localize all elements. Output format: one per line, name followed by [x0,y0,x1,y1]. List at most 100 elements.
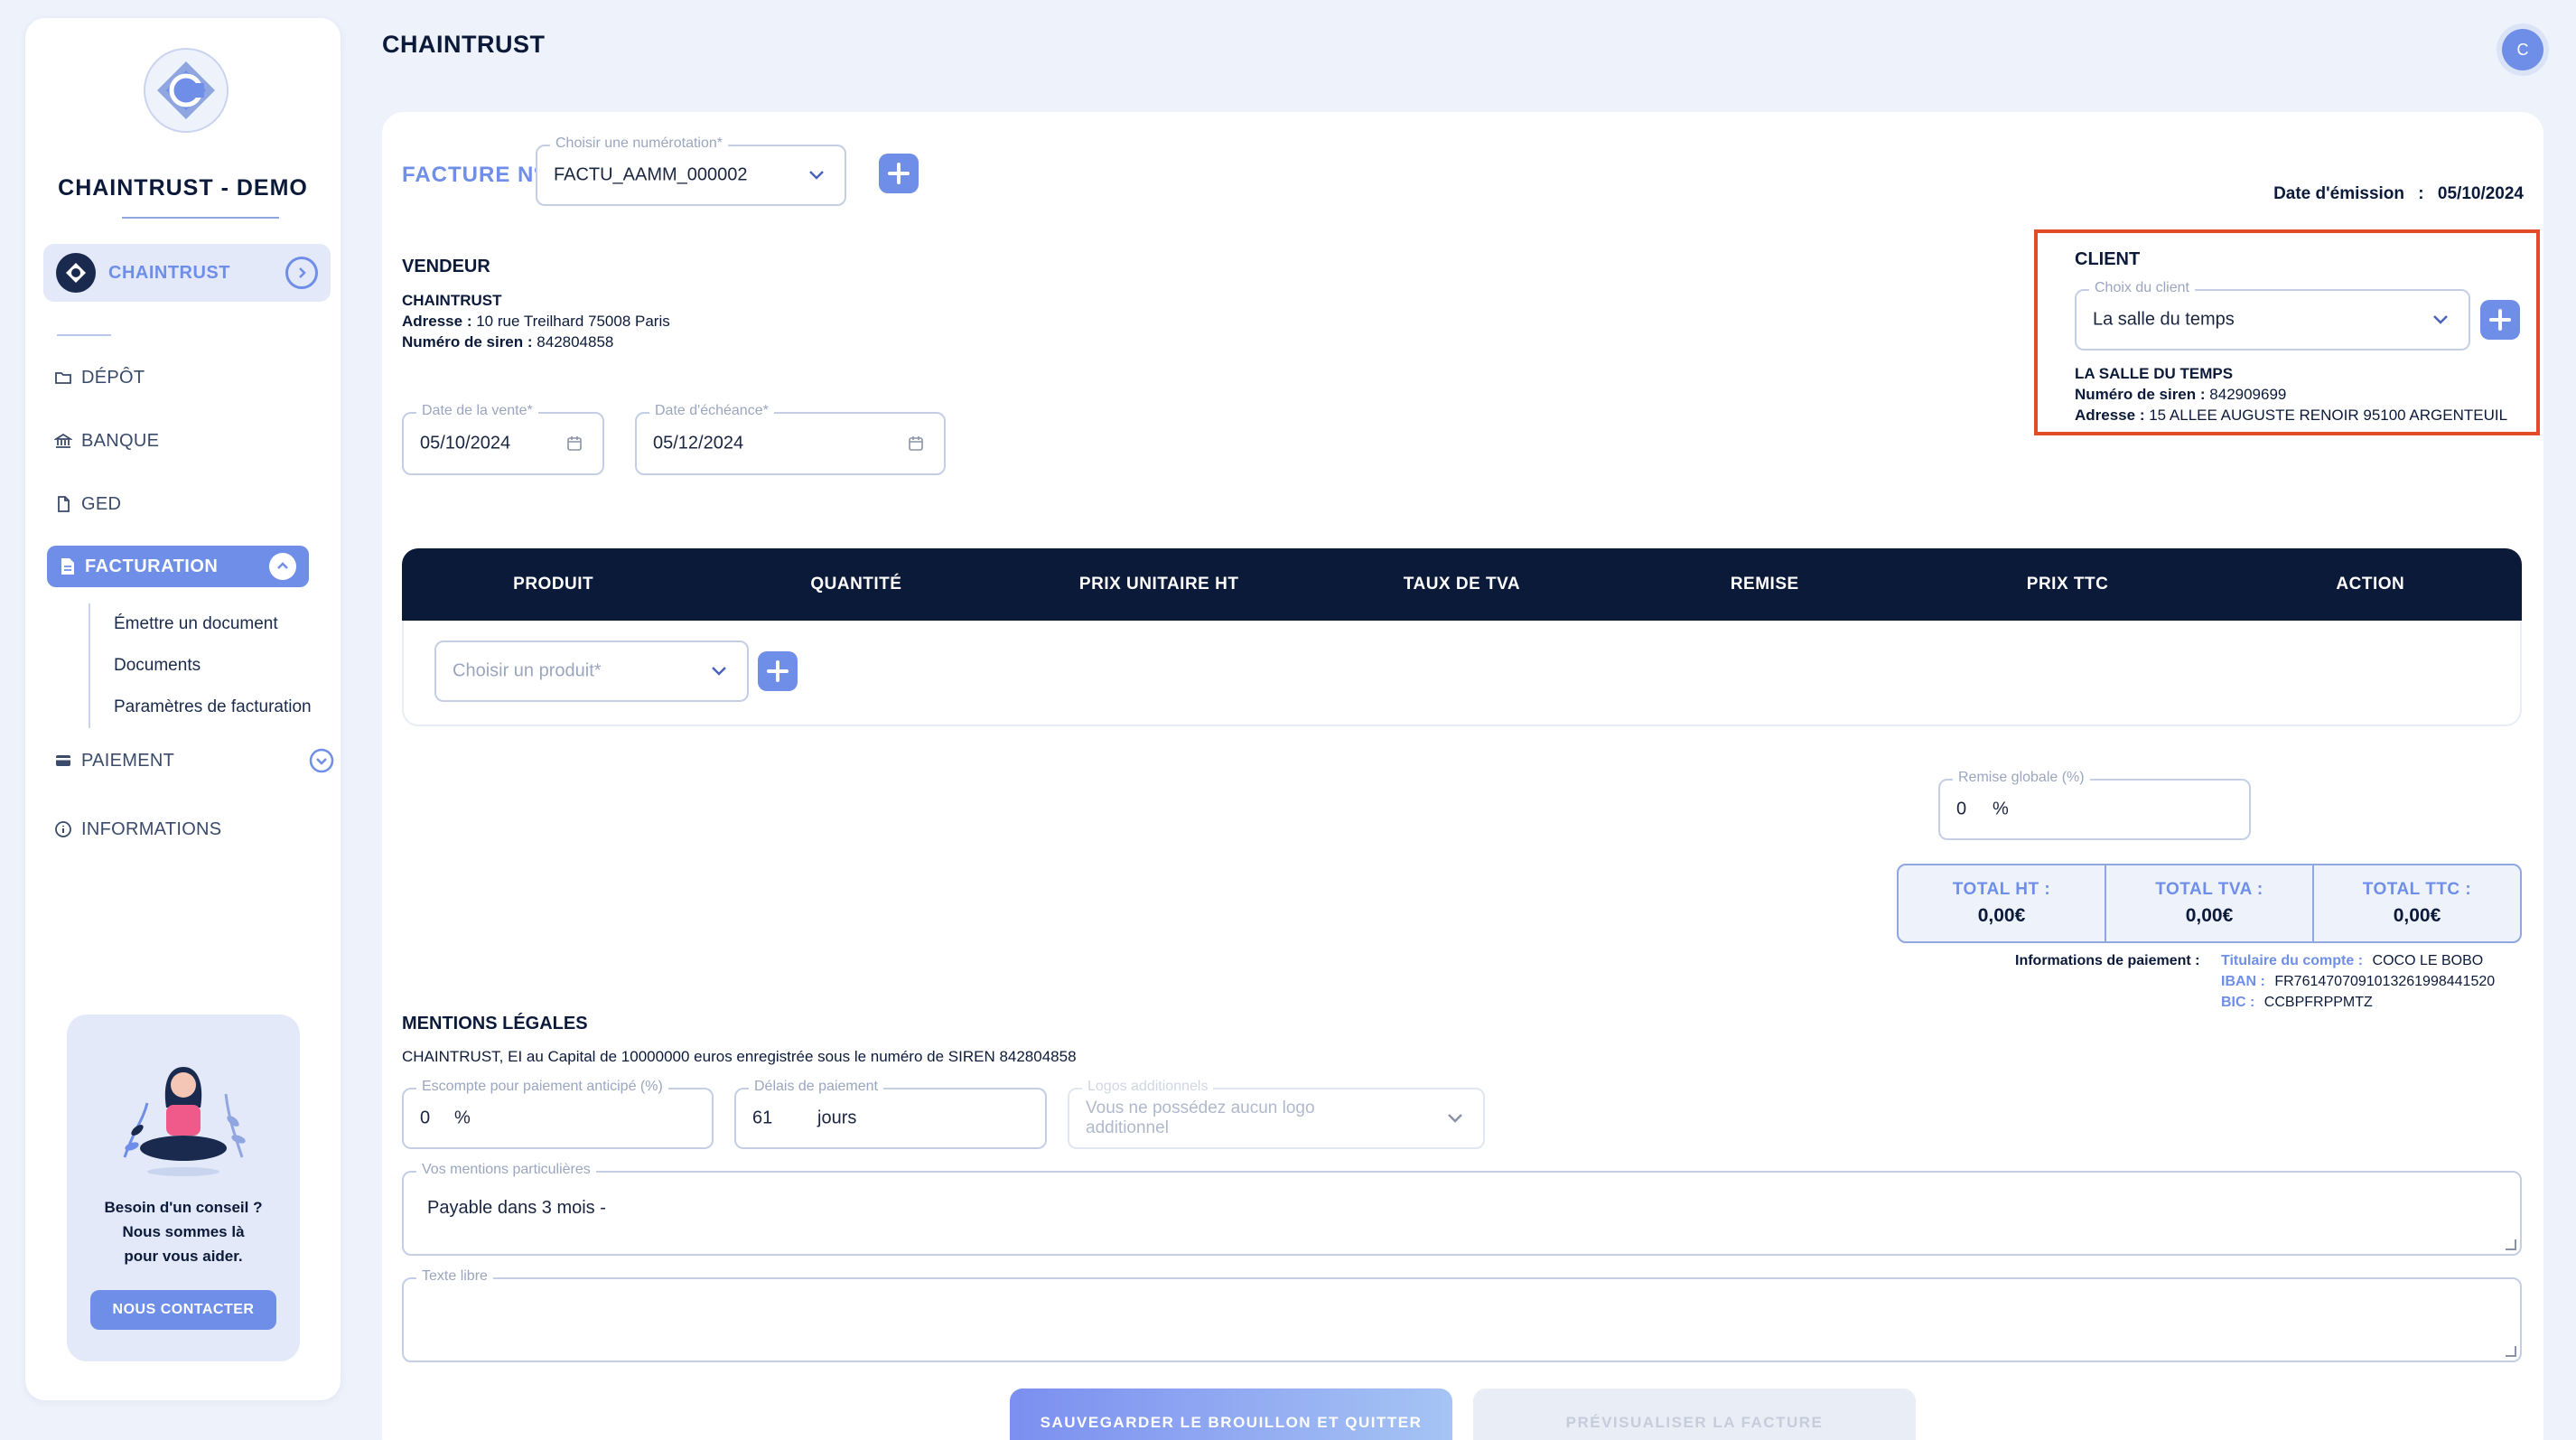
avatar[interactable]: C [2502,29,2543,70]
mentions-particulieres-textarea[interactable]: Vos mentions particulières Payable dans … [402,1162,2522,1256]
escompte-field[interactable]: Escompte pour paiement anticipé (%) 0 % [402,1079,714,1149]
client-name: LA SALLE DU TEMPS [2075,365,2234,382]
product-placeholder: Choisir un produit* [453,660,602,681]
vendeur-siren: 842804858 [537,333,614,351]
sidebar-item-informations[interactable]: INFORMATIONS [54,809,334,849]
date-vente-field[interactable]: Date de la vente* 05/10/2024 [402,403,604,475]
client-address: 15 ALLEE AUGUSTE RENOIR 95100 ARGENTEUIL [2149,407,2508,424]
total-ttc: TOTAL TTC : 0,00€ [2314,865,2520,941]
total-ht-label: TOTAL HT : [1952,880,2051,899]
help-line-2: Nous sommes là [122,1223,245,1240]
date-emission: Date d'émission : 05/10/2024 [2273,184,2524,204]
vendeur-siren-label: Numéro de siren : [402,333,533,351]
delais-unit: jours [817,1108,857,1128]
chevron-down-icon[interactable] [309,748,334,773]
contact-button[interactable]: NOUS CONTACTER [90,1290,276,1330]
bank-icon [54,433,72,448]
facturation-subnav: Émettre un document Documents Paramètres… [89,603,312,728]
products-table-body: Choisir un produit* [402,621,2522,726]
add-numerotation-button[interactable] [879,154,919,193]
preview-invoice-button[interactable]: PRÉVISUALISER LA FACTURE [1473,1389,1916,1440]
chaintrust-logo-icon[interactable] [143,47,229,134]
client-select-legend: Choix du client [2089,280,2195,296]
total-tva: TOTAL TVA : 0,00€ [2106,865,2314,941]
iban-value: FR7614707091013261998441520 [2274,974,2496,989]
client-select-value: La salle du temps [2093,309,2235,330]
chevron-right-icon[interactable] [285,257,318,289]
sidebar-item-ged[interactable]: GED [54,484,334,524]
org-selector[interactable]: CHAINTRUST [43,244,331,302]
calendar-icon[interactable] [566,435,583,452]
escompte-unit: % [454,1108,471,1128]
info-icon [55,821,71,837]
total-ht: TOTAL HT : 0,00€ [1899,865,2106,941]
remise-globale-unit: % [1993,799,2009,819]
add-client-button[interactable] [2480,300,2520,340]
logos-additionnels-select[interactable]: Logos additionnels Vous ne possédez aucu… [1068,1079,1485,1149]
chevron-down-icon [712,667,726,676]
vendeur-title: VENDEUR [402,257,490,276]
numerotation-legend: Choisir une numérotation* [550,136,728,152]
save-draft-button[interactable]: SAUVEGARDER LE BROUILLON ET QUITTER [1010,1389,1452,1440]
column-taux-tva: TAUX DE TVA [1403,575,1521,594]
delais-value: 61 [752,1108,773,1128]
resize-grip-icon[interactable] [2506,1346,2516,1357]
client-address-label: Adresse : [2075,407,2145,424]
date-vente-legend: Date de la vente* [416,403,538,419]
remise-globale-legend: Remise globale (%) [1953,770,2090,786]
org-logo-icon [56,253,96,293]
chevron-up-icon[interactable] [269,553,296,580]
date-emission-value: 05/10/2024 [2437,184,2524,203]
date-emission-label: Date d'émission [2273,184,2405,203]
sidebar-item-label: PAIEMENT [81,750,175,771]
chevron-down-icon [1448,1114,1462,1123]
iban-label: IBAN : [2221,974,2265,989]
mentions-text: CHAINTRUST, EI au Capital de 10000000 eu… [402,1048,1077,1065]
total-tva-label: TOTAL TVA : [2155,880,2263,899]
sidebar-item-facturation[interactable]: FACTURATION [47,546,309,587]
sidebar-item-banque[interactable]: BANQUE [54,421,334,461]
product-select[interactable]: Choisir un produit* [434,641,749,702]
client-select[interactable]: Choix du client La salle du temps [2075,280,2470,351]
total-tva-value: 0,00€ [2185,905,2234,926]
help-line-1: Besoin d'un conseil ? [104,1199,263,1216]
delais-paiement-field[interactable]: Délais de paiement 61 jours [734,1079,1047,1149]
folder-icon [55,372,71,384]
add-product-button[interactable] [758,651,798,691]
payment-info-details: Titulaire du compte : COCO LE BOBO IBAN … [2221,950,2495,1013]
resize-grip-icon[interactable] [2506,1239,2516,1250]
holder-value: COCO LE BOBO [2372,953,2484,968]
column-quantite: QUANTITÉ [810,575,902,594]
numerotation-value: FACTU_AAMM_000002 [554,164,748,185]
column-prix-unitaire-ht: PRIX UNITAIRE HT [1078,575,1239,594]
subnav-documents[interactable]: Documents [114,645,312,687]
sidebar-item-depot[interactable]: DÉPÔT [54,358,334,397]
plus-icon [888,163,910,184]
bic-value: CCBPFRPPMTZ [2263,995,2373,1010]
invoice-number-label: FACTURE Nº [402,163,544,187]
sidebar-item-paiement[interactable]: PAIEMENT [54,741,334,781]
vendeur-address: 10 rue Treilhard 75008 Paris [476,313,670,330]
client-siren: 842909699 [2209,386,2287,403]
total-ht-value: 0,00€ [1977,905,2026,926]
sidebar-item-label: FACTURATION [85,556,219,576]
subnav-emettre-document[interactable]: Émettre un document [114,603,312,645]
bic-label: BIC : [2221,995,2255,1010]
texte-libre-textarea[interactable]: Texte libre [402,1268,2522,1362]
date-vente-value: 05/10/2024 [420,433,511,454]
sidebar: CHAINTRUST - DEMO CHAINTRUST DÉPÔT BANQU… [25,18,341,1400]
date-echeance-field[interactable]: Date d'échéance* 05/12/2024 [635,403,946,475]
mentions-particulieres-value: Payable dans 3 mois - [427,1198,606,1218]
numerotation-select[interactable]: Choisir une numérotation* FACTU_AAMM_000… [536,136,846,206]
calendar-icon[interactable] [908,435,924,452]
subnav-parametres-facturation[interactable]: Paramètres de facturation [114,687,312,728]
products-table-header: PRODUIT QUANTITÉ PRIX UNITAIRE HT TAUX D… [402,548,2522,621]
client-title: CLIENT [2075,249,2140,270]
client-details: LA SALLE DU TEMPS Numéro de siren : 8429… [2075,363,2507,425]
client-title-text: CLIENT [2075,249,2141,269]
total-ttc-value: 0,00€ [2393,905,2441,926]
column-prix-ttc: PRIX TTC [2026,575,2109,594]
chevron-down-icon [809,171,824,180]
vendeur-block: VENDEUR CHAINTRUST Adresse : 10 rue Trei… [402,257,670,352]
remise-globale-field[interactable]: Remise globale (%) 0 % [1938,770,2251,840]
